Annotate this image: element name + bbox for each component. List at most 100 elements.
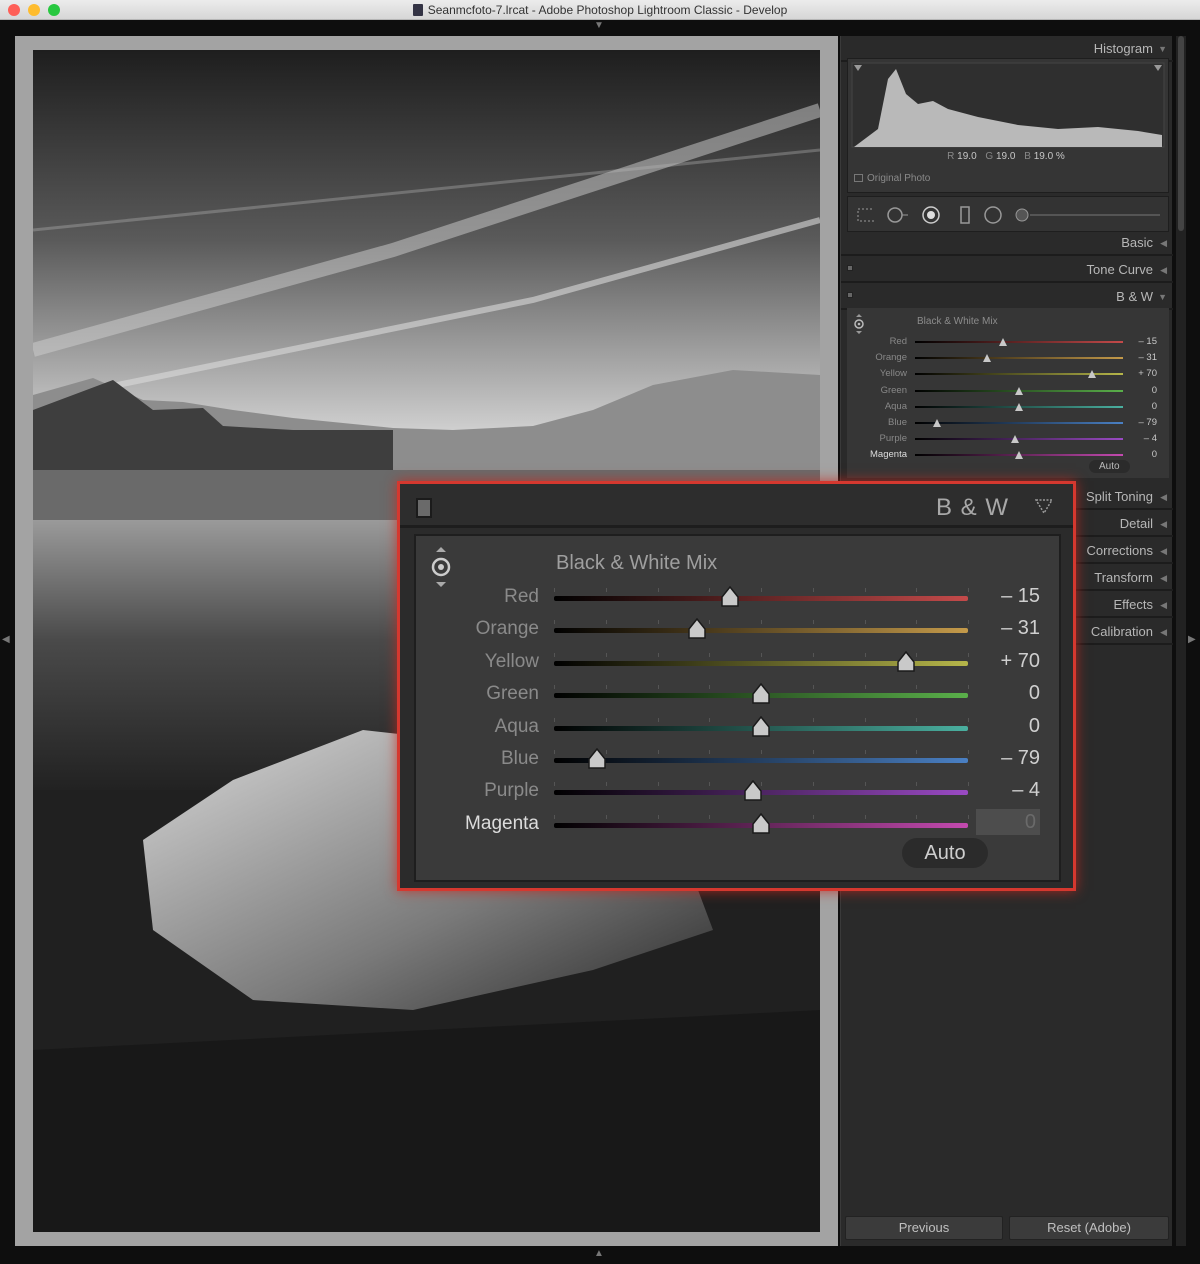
previous-button[interactable]: Previous	[845, 1216, 1003, 1240]
red-eye-icon[interactable]	[922, 206, 940, 224]
mini-slider-purple[interactable]: Purple – 4	[847, 431, 1169, 447]
checkbox-icon[interactable]	[854, 174, 863, 182]
slider-thumb[interactable]	[999, 338, 1008, 346]
slider-red[interactable]: Red – 15	[416, 584, 1059, 616]
adjustment-brush-icon[interactable]	[1014, 206, 1164, 224]
slider-value[interactable]: 0	[1127, 449, 1157, 460]
mini-slider-aqua[interactable]: Aqua 0	[847, 399, 1169, 415]
reset-button[interactable]: Reset (Adobe)	[1009, 1216, 1169, 1240]
slider-value[interactable]: – 79	[976, 747, 1040, 770]
crop-overlay-icon[interactable]	[856, 206, 874, 224]
mini-slider-green[interactable]: Green 0	[847, 383, 1169, 399]
slider-purple[interactable]: Purple – 4	[416, 778, 1059, 810]
slider-track[interactable]	[554, 812, 968, 834]
mini-slider-blue[interactable]: Blue – 79	[847, 415, 1169, 431]
mini-slider-orange[interactable]: Orange – 31	[847, 350, 1169, 366]
panel-switch-icon[interactable]	[847, 292, 853, 298]
slider-track[interactable]	[554, 618, 968, 640]
auto-button[interactable]: Auto	[902, 838, 988, 868]
collapse-triangle-icon[interactable]	[1035, 498, 1053, 514]
slider-thumb[interactable]	[932, 419, 941, 427]
panel-basic[interactable]: Basic ◀	[841, 230, 1173, 256]
slider-value[interactable]: – 15	[1127, 336, 1158, 347]
slider-value[interactable]: – 15	[976, 585, 1040, 608]
expand-triangle-icon[interactable]: ◀	[1160, 565, 1167, 591]
slider-track[interactable]	[915, 435, 1123, 444]
slider-track[interactable]	[915, 338, 1123, 346]
scrollbar-thumb[interactable]	[1178, 36, 1184, 231]
slider-aqua[interactable]: Aqua 0	[416, 714, 1059, 746]
slider-value[interactable]: 0	[976, 808, 1040, 835]
slider-track[interactable]	[915, 402, 1123, 411]
expand-triangle-icon[interactable]: ◀	[1160, 257, 1167, 283]
slider-track[interactable]	[554, 748, 968, 769]
slider-value[interactable]: 0	[1127, 385, 1157, 396]
histogram[interactable]: R 19.0 G 19.0 B 19.0 % Original Photo	[847, 58, 1169, 193]
mini-slider-red[interactable]: Red – 15	[847, 334, 1169, 350]
target-adjustment-icon[interactable]	[853, 314, 865, 334]
expand-triangle-icon[interactable]: ◀	[1160, 484, 1167, 510]
panel-tone-curve[interactable]: Tone Curve ◀	[841, 257, 1173, 283]
slider-value[interactable]: – 79	[1127, 417, 1158, 428]
slider-track[interactable]	[915, 370, 1123, 379]
slider-value[interactable]: – 31	[1127, 352, 1158, 363]
expand-triangle-icon[interactable]: ◀	[1160, 511, 1167, 537]
original-photo-checkbox[interactable]: Original Photo	[854, 173, 930, 184]
slider-value[interactable]: 0	[1127, 401, 1157, 412]
slider-yellow[interactable]: Yellow + 70	[416, 649, 1059, 681]
slider-track[interactable]	[915, 354, 1123, 363]
panel-switch-icon[interactable]	[847, 265, 853, 271]
slider-thumb[interactable]	[1015, 386, 1023, 395]
graduated-filter-icon[interactable]	[956, 206, 974, 224]
mini-slider-yellow[interactable]: Yellow + 70	[847, 366, 1169, 382]
slider-thumb[interactable]	[1015, 451, 1023, 460]
left-panel-toggle-icon[interactable]: ◀	[2, 634, 10, 645]
slider-thumb[interactable]	[896, 650, 916, 673]
slider-thumb[interactable]	[587, 748, 607, 770]
radial-filter-icon[interactable]	[984, 206, 1002, 224]
slider-thumb[interactable]	[1087, 370, 1096, 379]
slider-track[interactable]	[554, 715, 968, 737]
expand-triangle-icon[interactable]: ◀	[1160, 538, 1167, 564]
slider-track[interactable]	[554, 683, 968, 704]
panel-bw[interactable]: B & W ▼	[841, 284, 1173, 310]
panel-scrollbar[interactable]	[1176, 36, 1186, 1246]
bottom-panel-toggle-icon[interactable]: ▲	[594, 1248, 604, 1259]
spot-removal-icon[interactable]	[886, 206, 912, 224]
slider-value[interactable]: – 31	[976, 617, 1040, 640]
collapse-triangle-icon[interactable]: ▼	[1158, 284, 1167, 310]
slider-track[interactable]	[554, 780, 968, 802]
slider-track[interactable]	[915, 386, 1123, 395]
slider-value[interactable]: + 70	[1127, 368, 1157, 379]
slider-thumb[interactable]	[751, 715, 771, 738]
slider-orange[interactable]: Orange – 31	[416, 616, 1059, 648]
slider-blue[interactable]: Blue – 79	[416, 746, 1059, 778]
slider-thumb[interactable]	[1010, 435, 1019, 444]
target-adjustment-icon[interactable]	[430, 546, 452, 588]
expand-triangle-icon[interactable]: ◀	[1160, 619, 1167, 645]
top-panel-toggle-icon[interactable]: ▼	[594, 20, 604, 31]
right-panel-toggle-icon[interactable]: ▶	[1188, 634, 1196, 645]
slider-track[interactable]	[554, 650, 968, 672]
auto-button[interactable]: Auto	[1089, 460, 1130, 473]
slider-green[interactable]: Green 0	[416, 681, 1059, 713]
slider-track[interactable]	[915, 451, 1123, 460]
expand-triangle-icon[interactable]: ◀	[1160, 592, 1167, 618]
slider-thumb[interactable]	[751, 683, 771, 705]
expand-triangle-icon[interactable]: ◀	[1160, 230, 1167, 256]
minimize-window-button[interactable]	[28, 4, 40, 16]
slider-value[interactable]: – 4	[976, 779, 1040, 802]
close-window-button[interactable]	[8, 4, 20, 16]
slider-value[interactable]: 0	[976, 715, 1040, 738]
panel-switch-icon[interactable]	[416, 498, 432, 518]
slider-thumb[interactable]	[687, 618, 707, 640]
slider-thumb[interactable]	[720, 586, 740, 608]
zoom-window-button[interactable]	[48, 4, 60, 16]
slider-value[interactable]: 0	[976, 682, 1040, 705]
slider-track[interactable]	[915, 419, 1123, 427]
slider-thumb[interactable]	[751, 812, 771, 835]
bw-panel-header[interactable]: B & W	[400, 484, 1073, 528]
slider-value[interactable]: + 70	[976, 650, 1040, 673]
slider-track[interactable]	[554, 586, 968, 607]
slider-thumb[interactable]	[1015, 402, 1023, 411]
